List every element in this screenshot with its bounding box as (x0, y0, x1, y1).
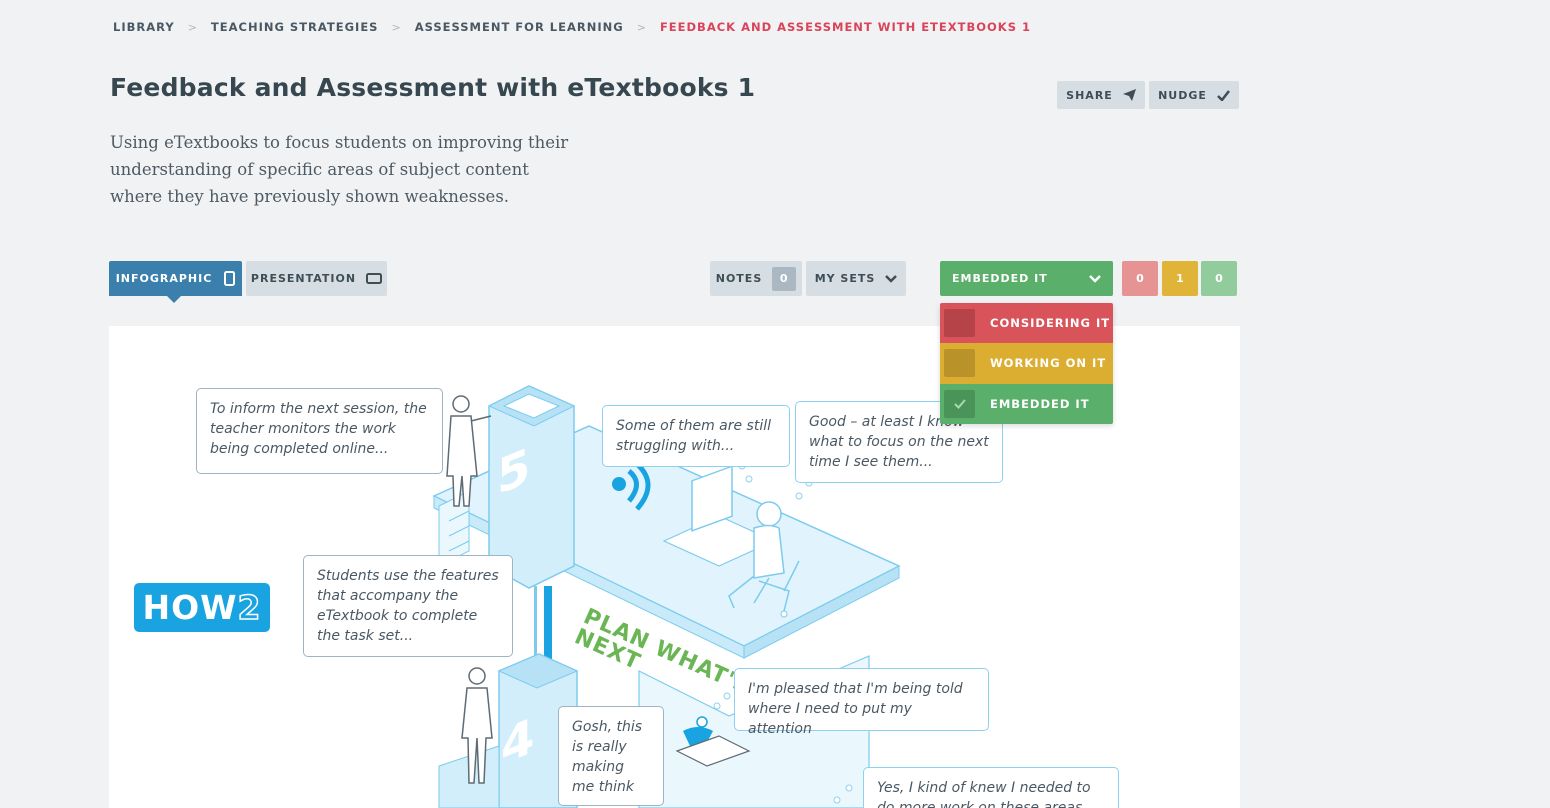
breadcrumb-item-library[interactable]: LIBRARY (113, 20, 175, 34)
status-select[interactable]: EMBEDDED IT (940, 261, 1113, 296)
tab-presentation[interactable]: PRESENTATION (246, 261, 387, 296)
speech-bubble-students-use: Students use the features that accompany… (303, 555, 513, 657)
speech-bubble-gosh: Gosh, this is really making me think (558, 706, 664, 806)
my-sets-dropdown[interactable]: MY SETS (806, 261, 906, 296)
logo-text: HOW (142, 588, 238, 627)
embedded-count: 0 (1201, 261, 1237, 296)
logo-number: 2 (237, 587, 262, 628)
breadcrumb-item-assessment-for-learning[interactable]: ASSESSMENT FOR LEARNING (415, 20, 624, 34)
student-head (756, 501, 782, 527)
breadcrumb-item-teaching-strategies[interactable]: TEACHING STRATEGIES (211, 20, 379, 34)
nudge-button[interactable]: NUDGE (1149, 81, 1239, 109)
teacher-head (452, 395, 470, 413)
page-description: Using eTextbooks to focus students on im… (110, 133, 569, 206)
check-icon (953, 399, 966, 409)
paper-plane-icon (1122, 89, 1136, 101)
my-sets-label: MY SETS (814, 272, 876, 285)
breadcrumb: LIBRARY > TEACHING STRATEGIES > ASSESSME… (113, 20, 1031, 34)
breadcrumb-separator: > (636, 20, 647, 34)
notes-button[interactable]: NOTES 0 (710, 261, 802, 296)
status-option-label: WORKING ON IT (990, 356, 1107, 371)
share-button[interactable]: SHARE (1057, 81, 1145, 109)
nudge-label: NUDGE (1158, 88, 1207, 102)
considering-count: 0 (1122, 261, 1158, 296)
status-checkbox (944, 349, 975, 378)
status-checkbox-checked (944, 389, 975, 418)
notes-label: NOTES (715, 272, 763, 285)
speech-bubble-still-struggling: Some of them are still struggling with..… (602, 405, 790, 467)
chevron-down-icon (1089, 274, 1101, 283)
breadcrumb-separator: > (187, 20, 198, 34)
status-option-label: EMBEDDED IT (990, 396, 1090, 411)
tab-presentation-label: PRESENTATION (250, 272, 357, 285)
chevron-down-icon (885, 274, 898, 283)
status-dropdown-menu: CONSIDERING IT WORKING ON IT EMBEDDED IT (940, 303, 1113, 424)
status-option-considering[interactable]: CONSIDERING IT (940, 303, 1113, 344)
tab-infographic-label: INFOGRAPHIC (115, 272, 213, 285)
breadcrumb-separator: > (391, 20, 402, 34)
working-count: 1 (1162, 261, 1198, 296)
speech-bubble-pleased: I'm pleased that I'm being told where I … (734, 668, 989, 737)
check-icon (1217, 89, 1230, 101)
page-title: Feedback and Assessment with eTextbooks … (110, 73, 756, 102)
tab-infographic[interactable]: INFOGRAPHIC (109, 261, 242, 303)
status-option-embedded[interactable]: EMBEDDED IT (940, 383, 1113, 424)
speech-bubble-yes-knew: Yes, I kind of knew I needed to do more … (863, 767, 1119, 808)
speech-bubble-teacher-monitor: To inform the next session, the teacher … (196, 388, 443, 474)
breadcrumb-current: FEEDBACK AND ASSESSMENT WITH ETEXTBOOKS … (659, 20, 1031, 34)
status-option-working[interactable]: WORKING ON IT (940, 343, 1113, 384)
wifi-icon (612, 477, 626, 491)
status-option-label: CONSIDERING IT (990, 316, 1111, 331)
status-checkbox (944, 309, 975, 338)
tablet-landscape-icon (366, 273, 383, 284)
how2-logo: HOW 2 (134, 583, 270, 632)
share-label: SHARE (1066, 88, 1113, 102)
status-selected-label: EMBEDDED IT (952, 272, 1048, 285)
notes-count-badge: 0 (772, 266, 797, 291)
tablet-portrait-icon (224, 271, 236, 286)
